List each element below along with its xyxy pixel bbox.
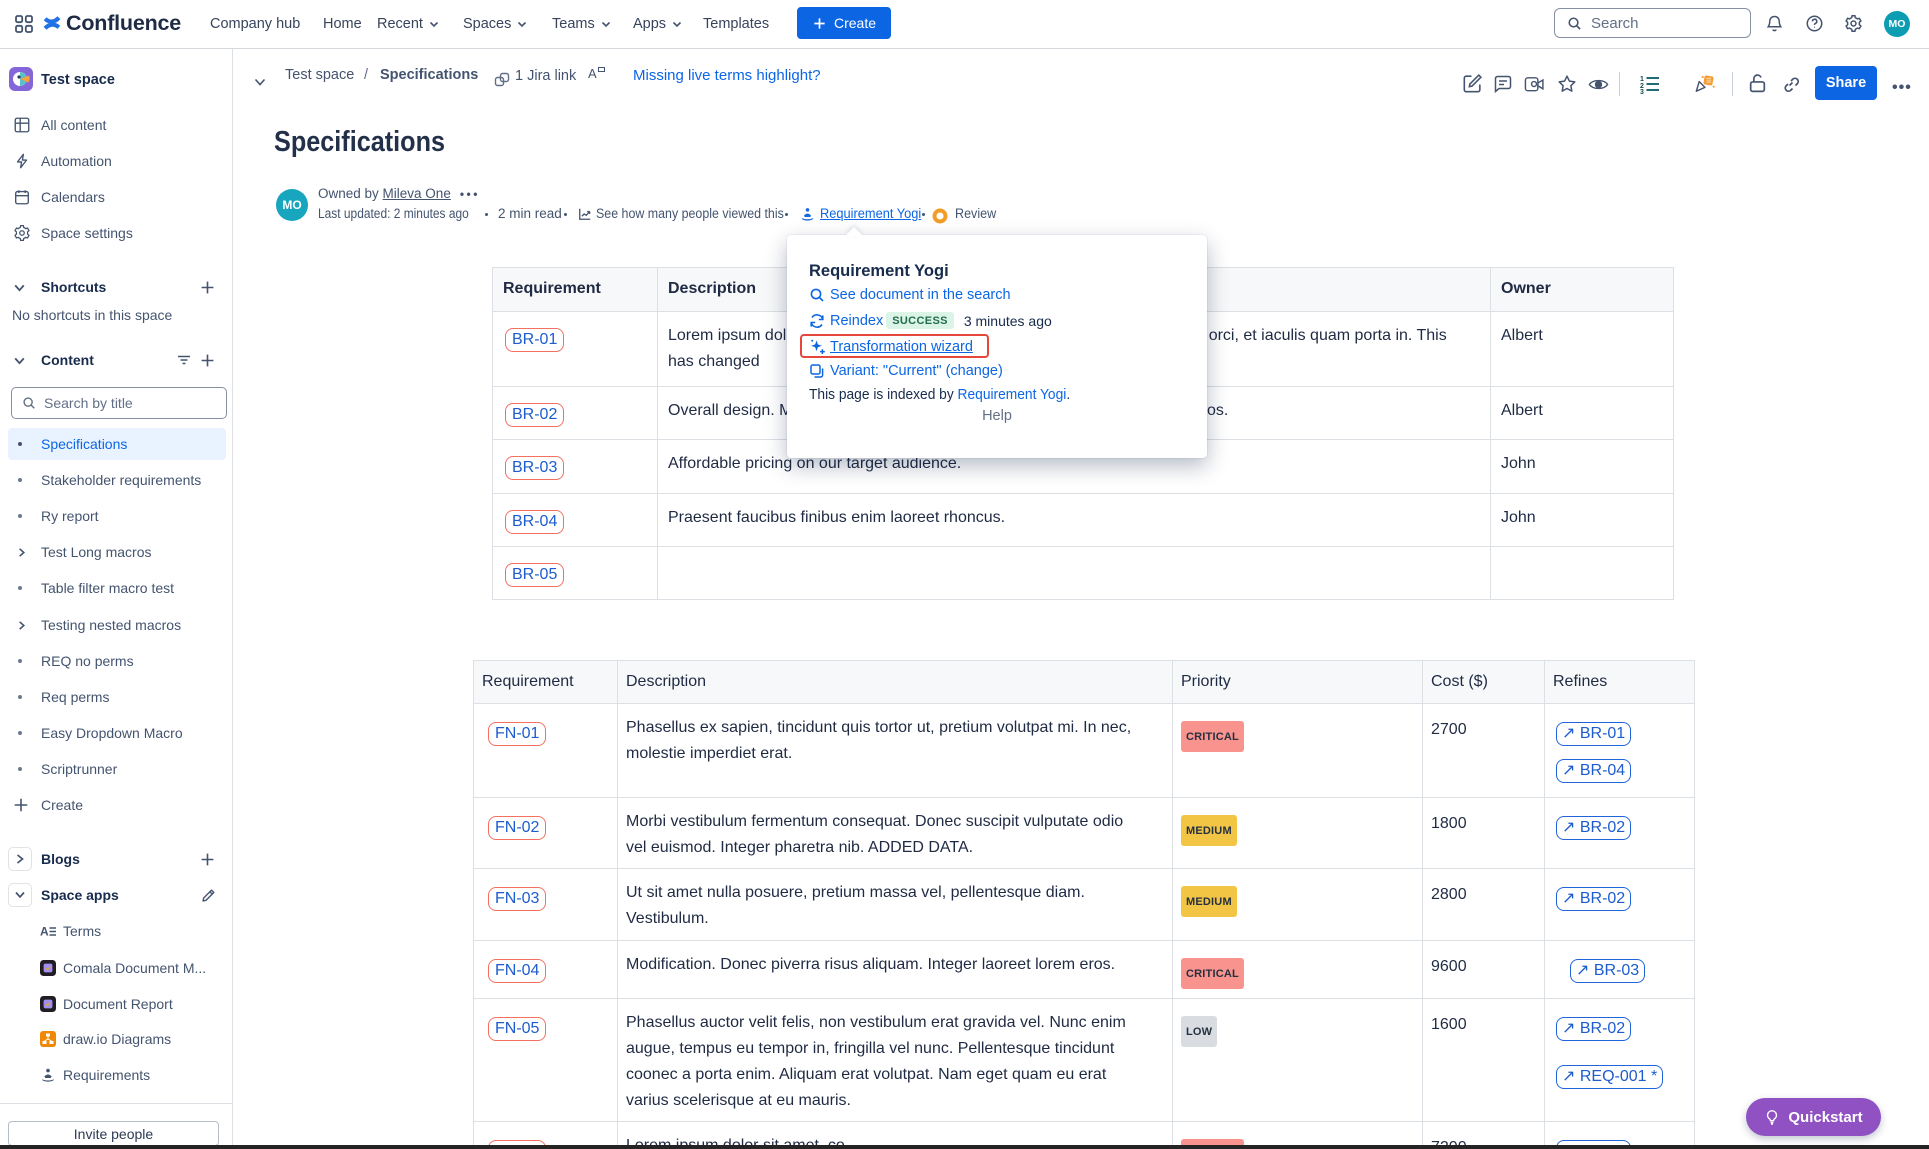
svg-text:1: 1 bbox=[1640, 76, 1644, 83]
svg-text:3: 3 bbox=[1640, 89, 1644, 94]
svg-text:A: A bbox=[40, 925, 49, 939]
